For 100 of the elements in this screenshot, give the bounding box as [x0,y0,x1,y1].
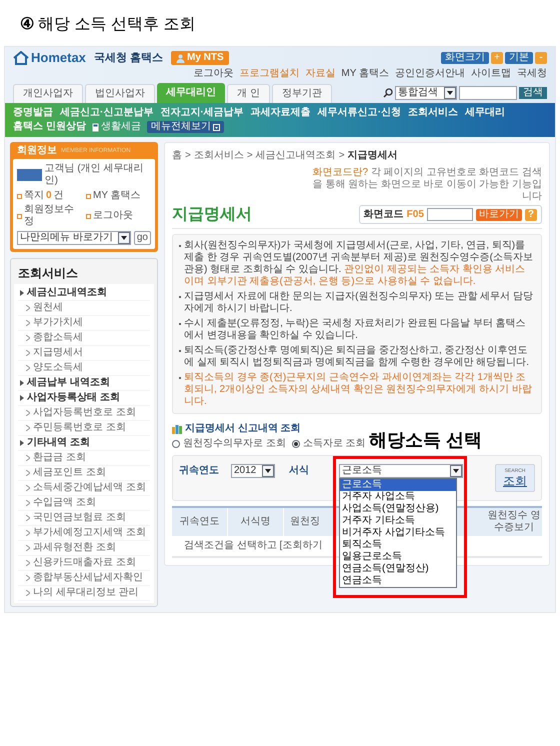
top-link[interactable]: 공인인증서안내 [395,68,465,80]
person-icon [176,54,185,62]
breadcrumb-link[interactable]: 조회서비스 [194,150,244,162]
nav-menu-item[interactable]: 세금신고·신고분납부 [60,107,154,119]
chevron-bullet-icon [26,500,30,506]
year-select[interactable]: 2012 [231,464,275,478]
column-header: 귀속연도 [172,508,228,536]
section-tab[interactable]: 정부기관 [272,84,332,103]
square-bullet-icon [86,194,91,198]
side-menu-item[interactable]: 원천세 [18,301,150,316]
notice-text: 지급명세서 자료에 대한 문의는 지급자(원천징수의무자) 또는 관할 세무서 담당자에게 하시기 바랍니다. [184,291,534,315]
side-menu-item[interactable]: 부가가치세 [18,316,150,331]
section-tab[interactable]: 법인사업자 [85,84,155,103]
message-link[interactable]: 쪽지 0 건 [17,190,82,202]
chevron-bullet-icon [26,350,30,356]
dropdown-option[interactable]: 비거주자 사업기타소득 [340,527,456,539]
breadcrumb-link[interactable]: 지급명세서 [348,150,398,162]
side-menu-item[interactable]: 국민연금보험료 조회 [18,511,150,526]
life-tax-link[interactable]: 생활세금 [92,121,141,133]
message-unit: 건 [54,190,64,202]
query-type-radio[interactable]: 소득자로 조회 [292,438,366,450]
section-tab[interactable]: 개인사업자 [13,84,83,103]
nav-menu-item[interactable]: 전자고지·세금납부 [160,107,244,119]
nav-menu-item[interactable]: 세무서류신고·신청 [318,107,402,119]
dropdown-option[interactable]: 연금소득(연말정산) [340,563,456,575]
side-menu-item[interactable]: 주민등록번호로 조회 [18,421,150,436]
dropdown-option[interactable]: 퇴직소득 [340,539,456,551]
dropdown-option[interactable]: 일용근로소득 [340,551,456,563]
side-menu-item[interactable]: 사업자등록번호로 조회 [18,406,150,421]
side-menu-item[interactable]: 종합부동산세납세자확인 [18,571,150,586]
annotation-text: 해당소득 선택 [368,430,482,450]
top-link[interactable]: MY 홈택스 [341,68,389,80]
dropdown-caret-icon [444,87,456,99]
section-tab[interactable]: 개 인 [227,84,270,103]
nav-menu-item[interactable]: 조회서비스 [408,107,458,119]
square-bullet-icon [17,214,22,218]
member-link-label: 로그아웃 [93,210,133,222]
dropdown-option[interactable]: 거주자 사업소득 [340,491,456,503]
side-menu-group[interactable]: 세금납부 내역조회 [18,376,150,391]
side-menu-group[interactable]: 세금신고내역조회 [18,286,150,301]
top-link[interactable]: 로그아웃 [193,68,234,80]
go-button[interactable]: go [134,231,151,245]
side-menu-item[interactable]: 세금포인트 조회 [18,466,150,481]
side-menu-item[interactable]: 부가세예정고지세액 조회 [18,526,150,541]
side-menu-item[interactable]: 종합소득세 [18,331,150,346]
font-reset-button[interactable]: 기본 [505,52,533,64]
side-menu-item[interactable]: 양도소득세 [18,361,150,376]
quick-menu-select[interactable]: 나만의메뉴 바로가기 [17,231,131,245]
house-icon [13,51,29,65]
column-header: 원천징 [289,515,320,529]
chevron-bullet-icon [26,590,30,596]
side-menu-item[interactable]: 과세유형전환 조회 [18,541,150,556]
dropdown-option[interactable]: 거주자 기타소득 [340,515,456,527]
chevron-bullet-icon [26,425,30,431]
dropdown-option[interactable]: 근로소득 [340,479,456,491]
year-label: 귀속연도 [179,465,220,477]
query-type-radio[interactable]: 원천징수의무자로 조회 [172,438,286,450]
member-link-label: MY 홈택스 [93,190,141,202]
chevron-bullet-icon [26,515,30,521]
member-link[interactable]: MY 홈택스 [86,190,151,202]
notice-text: 퇴직소득의 경우 종(전)근무지의 근속연수와 과세이연계좌는 각각 1개씩만 조회되니, 2개이상인 소득자의 상세내역 확인은 원천징수의무자에게 하시기 바랍니다. [184,372,533,408]
go-to-button[interactable]: 바로가기 [476,208,522,220]
member-link[interactable]: 회원정보수정 [17,204,82,228]
search-input[interactable] [459,86,517,100]
side-menu-group[interactable]: 사업자등록상태 조회 [18,391,150,406]
member-title: 회원정보 [17,145,57,157]
chevron-bullet-icon [26,365,30,371]
chevron-bullet-icon [26,305,30,311]
breadcrumb-link[interactable]: 세금신고내역조회 [256,150,336,162]
screen-code-help-link[interactable]: 화면코드란? [312,167,368,178]
search-button[interactable]: 검색 [519,87,547,99]
search-scope-select[interactable]: 통합검색 [395,86,457,100]
side-menu-item[interactable]: 신용카드매출자료 조회 [18,556,150,571]
notice-text: 퇴직소득(중간정산후 명예퇴직)은 퇴직금을 중간정산하고, 중간정산 이후연도에 실제 퇴직시 법정퇴직금과 명예퇴직금을 함께 수령한 경우에만 해당됩니다. [184,345,530,369]
notice-text: 회사(원천징수의무자)가 국세청에 지급명세서(근로, 사업, 기타, 연금, 퇴직)를 제출 한 경우 귀속연도별(2007년 귀속분부터 제공)로 원천징수영수증(소득자보관용) 형태로 조회하실 수 있습니다. 관인없이 제공되는 소득자 확인용 서비스이며 외부기관 제출용(관공서, 은행 등)으로 사용하실 수 없습니다. [184,240,534,288]
dropdown-caret-icon [118,232,130,244]
all-menu-button[interactable]: 메뉴전체보기 [146,121,224,133]
triangle-bullet-icon [20,440,24,446]
nav-menu-item[interactable]: 세무대리 [465,107,506,119]
square-bullet-icon [86,214,91,218]
side-menu-group[interactable]: 기타내역 조회 [18,436,150,451]
dropdown-option[interactable]: 연금소득 [340,575,456,587]
top-link[interactable]: 사이트맵 [471,68,511,80]
side-menu-item[interactable]: 소득세중간예납세액 조회 [18,481,150,496]
side-menu-item[interactable]: 환급금 조회 [18,451,150,466]
search-icon [383,88,393,98]
side-menu-item[interactable]: 지급명세서 [18,346,150,361]
side-menu-item[interactable]: 나의 세무대리정보 관리 [18,586,150,601]
form-type-select[interactable]: 근로소득 [339,464,463,478]
breadcrumb-link[interactable]: 홈 [172,150,182,162]
nav-menu-item[interactable]: 과세자료제출 [250,107,311,119]
dropdown-option[interactable]: 사업소득(연말정산용) [340,503,456,515]
site-logo[interactable]: Hometax [13,51,86,65]
font-size-label: 화면크기 [441,52,489,64]
side-menu-item[interactable]: 수입금액 조회 [18,496,150,511]
message-label: 쪽지 [24,190,44,202]
column-header: 원천징수 영수증보기 [486,509,542,535]
member-link[interactable]: 로그아웃 [86,204,151,228]
screen-code-input[interactable] [426,208,473,221]
top-link[interactable]: 국세청 [517,68,547,80]
